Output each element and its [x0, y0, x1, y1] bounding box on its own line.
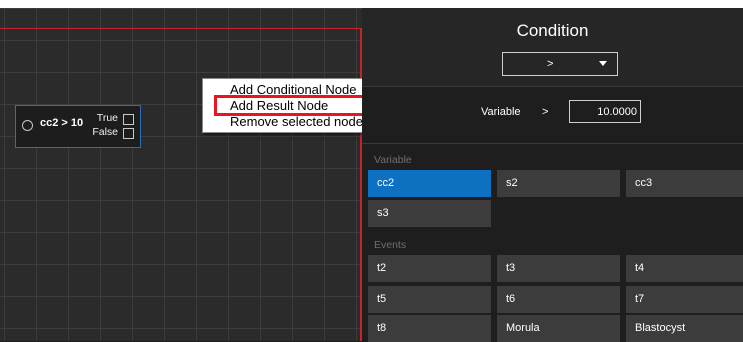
panel-title: Condition [516, 21, 589, 40]
node-false-connector[interactable] [123, 128, 134, 139]
variable-row-label: Variable [481, 106, 521, 118]
node-false-label: False [92, 126, 118, 138]
node-true-connector[interactable] [123, 114, 134, 125]
node-input-connector[interactable] [22, 120, 33, 131]
variable-row: Variable > [362, 86, 743, 144]
variable-row-operator: > [542, 106, 549, 118]
events-section-header: Events [374, 239, 407, 251]
event-tile-t8[interactable]: t8 [368, 315, 491, 342]
top-strip [0, 0, 743, 8]
conditional-node[interactable]: cc2 > 10 True False [15, 105, 141, 148]
event-tile-t5[interactable]: t5 [368, 286, 491, 313]
variable-section-header: Variable [374, 154, 412, 166]
event-tile-t2[interactable]: t2 [368, 255, 491, 282]
menu-item-add-conditional-node[interactable]: Add Conditional Node [230, 82, 356, 97]
operator-dropdown[interactable]: > [502, 52, 618, 76]
menu-item-remove-selected-nodes[interactable]: Remove selected nodes [230, 114, 362, 129]
event-tile-t7[interactable]: t7 [626, 286, 743, 313]
event-tile-t3[interactable]: t3 [497, 255, 620, 282]
condition-panel: Condition > Variable > Variable cc2 s2 c… [362, 8, 743, 342]
condition-header: Condition > [362, 8, 743, 86]
event-tile-t4[interactable]: t4 [626, 255, 743, 282]
canvas-border [0, 28, 362, 29]
node-true-label: True [96, 112, 118, 124]
threshold-value-input[interactable] [569, 100, 641, 123]
context-menu: Add Conditional Node Add Result Node Rem… [202, 78, 362, 133]
variable-tile-s3[interactable]: s3 [368, 200, 491, 227]
event-tile-morula[interactable]: Morula [497, 315, 620, 342]
event-tile-blastocyst[interactable]: Blastocyst [626, 315, 743, 342]
menu-item-add-result-node[interactable]: Add Result Node [230, 98, 328, 113]
variable-tile-cc3[interactable]: cc3 [626, 170, 743, 197]
node-condition-label: cc2 > 10 [40, 117, 84, 129]
variable-tile-s2[interactable]: s2 [497, 170, 620, 197]
operator-dropdown-value: > [547, 58, 554, 70]
event-tile-t6[interactable]: t6 [497, 286, 620, 313]
variable-tile-cc2[interactable]: cc2 [368, 170, 491, 197]
chevron-down-icon [599, 61, 607, 66]
node-graph-canvas[interactable]: cc2 > 10 True False Add Conditional Node… [0, 8, 362, 341]
